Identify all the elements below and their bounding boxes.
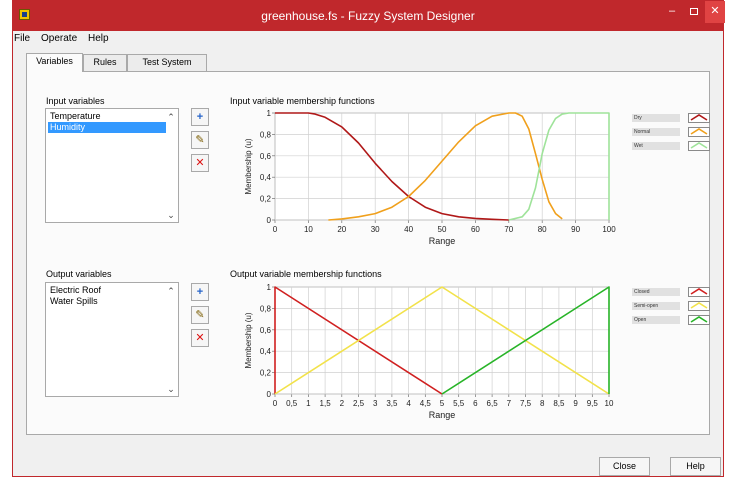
edit-input-variable-button[interactable]: ✎ xyxy=(191,131,209,149)
y-tick-label: 0,4 xyxy=(260,347,272,356)
maximize-icon xyxy=(690,8,698,15)
x-axis-label: Range xyxy=(429,236,456,246)
legend-entry-label: Closed xyxy=(632,288,680,296)
x-tick-label: 50 xyxy=(438,225,447,234)
legend-entry-label: Semi-open xyxy=(632,302,680,310)
menu-help[interactable]: Help xyxy=(88,33,109,44)
legend-swatch xyxy=(688,141,710,151)
help-button[interactable]: Help xyxy=(670,457,721,476)
menu-file[interactable]: File xyxy=(14,33,30,44)
x-tick-label: 30 xyxy=(371,225,380,234)
x-tick-label: 100 xyxy=(602,225,616,234)
scroll-down-icon[interactable]: ⌄ xyxy=(166,210,176,220)
x-tick-label: 6 xyxy=(473,399,478,408)
x-tick-label: 0 xyxy=(273,225,278,234)
x-tick-label: 5 xyxy=(440,399,445,408)
scroll-up-icon[interactable]: ⌃ xyxy=(166,112,176,122)
x-tick-label: 9,5 xyxy=(587,399,599,408)
x-tick-label: 70 xyxy=(504,225,513,234)
x-tick-label: 7 xyxy=(507,399,512,408)
minimize-button[interactable]: – xyxy=(661,1,683,23)
y-tick-label: 0,4 xyxy=(260,173,272,182)
x-tick-label: 7,5 xyxy=(520,399,532,408)
x-tick-label: 60 xyxy=(471,225,480,234)
legend-swatch xyxy=(688,301,710,311)
list-item[interactable]: Electric Roof xyxy=(48,285,166,296)
x-tick-label: 9 xyxy=(573,399,578,408)
x-tick-label: 2,5 xyxy=(353,399,365,408)
edit-output-variable-button[interactable]: ✎ xyxy=(191,306,209,324)
x-tick-label: 1 xyxy=(306,399,311,408)
menu-operate[interactable]: Operate xyxy=(41,33,77,44)
legend-swatch xyxy=(688,127,710,137)
y-tick-label: 1 xyxy=(267,109,272,118)
scroll-down-icon[interactable]: ⌄ xyxy=(166,384,176,394)
close-window-button[interactable]: ✕ xyxy=(705,1,725,23)
y-tick-label: 1 xyxy=(267,283,272,292)
y-axis-label: Membership (u) xyxy=(244,312,253,368)
add-input-variable-button[interactable]: + xyxy=(191,108,209,126)
tab-rules[interactable]: Rules xyxy=(83,54,127,71)
x-tick-label: 1,5 xyxy=(320,399,332,408)
list-item[interactable]: Water Spills xyxy=(48,296,166,307)
add-output-variable-button[interactable]: + xyxy=(191,283,209,301)
legend-entry-label: Open xyxy=(632,316,680,324)
y-tick-label: 0,2 xyxy=(260,369,272,378)
delete-output-variable-button[interactable]: ✕ xyxy=(191,329,209,347)
y-tick-label: 0 xyxy=(267,390,272,399)
input-variables-list[interactable]: Temperature Humidity ⌃ ⌄ xyxy=(45,108,179,223)
output-variables-heading: Output variables xyxy=(46,269,112,279)
legend-swatch xyxy=(688,315,710,325)
input-membership-chart: 0 10 20 30 40 50 60 70 80 90 100 0 0,2 0,4 0,6 0,8 1 Rang… xyxy=(244,109,616,246)
output-variables-list[interactable]: Electric Roof Water Spills ⌃ ⌄ xyxy=(45,282,179,397)
y-tick-label: 0,2 xyxy=(260,195,272,204)
maximize-button[interactable] xyxy=(683,1,705,23)
y-axis-label: Membership (u) xyxy=(244,138,253,194)
legend-entry-label: Normal xyxy=(632,128,680,136)
x-tick-label: 4 xyxy=(406,399,411,408)
y-tick-label: 0,8 xyxy=(260,130,272,139)
x-tick-label: 4,5 xyxy=(420,399,432,408)
tab-test-system[interactable]: Test System xyxy=(127,54,207,71)
scroll-up-icon[interactable]: ⌃ xyxy=(166,286,176,296)
x-tick-label: 40 xyxy=(404,225,413,234)
x-tick-label: 8 xyxy=(540,399,545,408)
x-tick-label: 10 xyxy=(605,399,614,408)
x-tick-label: 0,5 xyxy=(286,399,298,408)
close-button[interactable]: Close xyxy=(599,457,650,476)
y-tick-label: 0 xyxy=(267,216,272,225)
variables-panel: Input variables Temperature Humidity ⌃ ⌄… xyxy=(26,71,710,435)
input-variables-heading: Input variables xyxy=(46,96,105,106)
x-tick-label: 20 xyxy=(337,225,346,234)
output-membership-chart: 0 0,5 1 1,5 2 2,5 3 3,5 4 4,5 5 5,5 6 6,5 7 7,5 8 8,5 9 9,5… xyxy=(244,283,614,420)
x-tick-label: 0 xyxy=(273,399,278,408)
y-tick-label: 0,6 xyxy=(260,326,272,335)
x-tick-label: 6,5 xyxy=(487,399,499,408)
list-item-selected[interactable]: Humidity xyxy=(48,122,166,133)
menu-bar: File Operate Help xyxy=(13,31,723,47)
x-tick-label: 3 xyxy=(373,399,378,408)
y-tick-label: 0,6 xyxy=(260,152,272,161)
tab-variables[interactable]: Variables xyxy=(26,53,83,72)
x-axis-label: Range xyxy=(429,410,456,420)
legend-entry-label: Dry xyxy=(632,114,680,122)
title-bar: greenhouse.fs - Fuzzy System Designer – … xyxy=(13,1,725,31)
x-tick-label: 90 xyxy=(571,225,580,234)
list-item[interactable]: Temperature xyxy=(48,111,166,122)
legend-entry-label: Wet xyxy=(632,142,680,150)
window-title: greenhouse.fs - Fuzzy System Designer xyxy=(261,9,475,23)
app-window: greenhouse.fs - Fuzzy System Designer – … xyxy=(12,0,725,477)
x-tick-label: 3,5 xyxy=(386,399,398,408)
legend-swatch xyxy=(688,287,710,297)
x-tick-label: 80 xyxy=(538,225,547,234)
x-tick-label: 5,5 xyxy=(453,399,465,408)
legend-swatch xyxy=(688,113,710,123)
x-tick-label: 2 xyxy=(340,399,345,408)
x-tick-label: 8,5 xyxy=(553,399,565,408)
x-tick-label: 10 xyxy=(304,225,313,234)
y-tick-label: 0,8 xyxy=(260,304,272,313)
delete-input-variable-button[interactable]: ✕ xyxy=(191,154,209,172)
